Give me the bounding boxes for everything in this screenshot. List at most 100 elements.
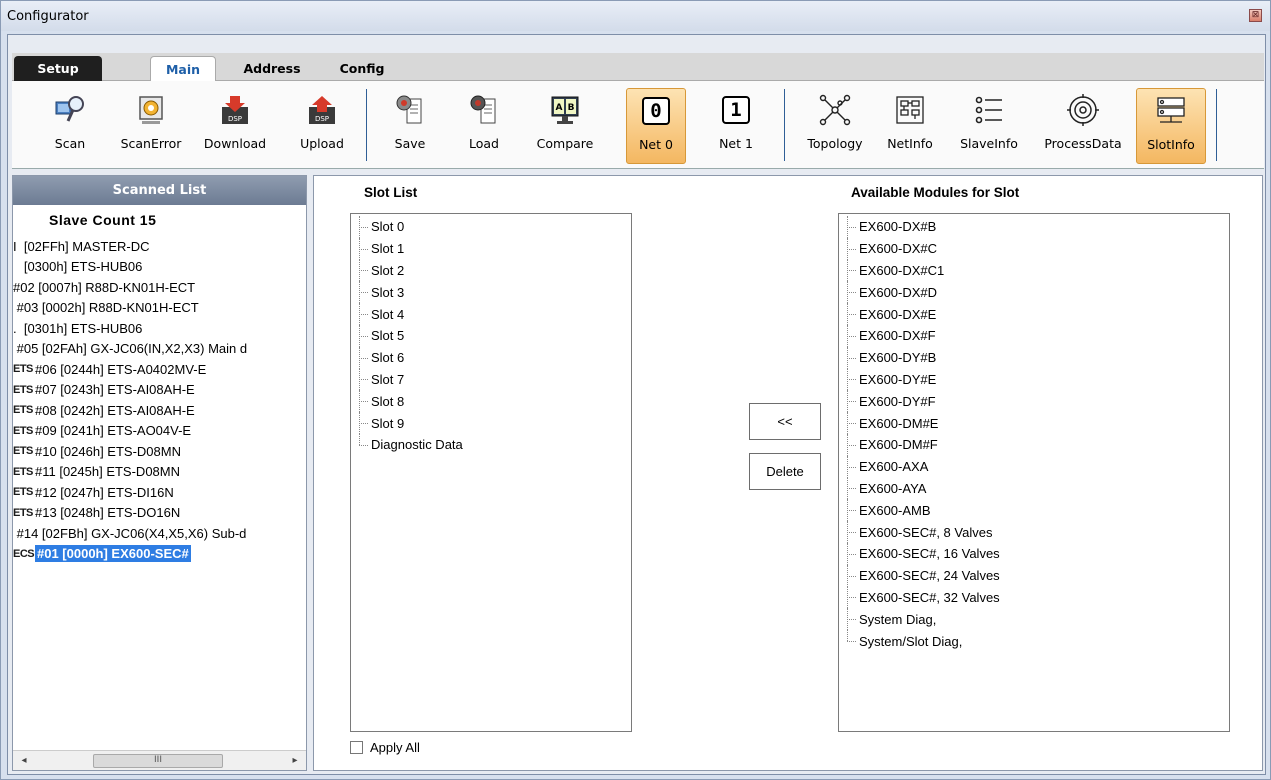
scrollbar-thumb[interactable]: III bbox=[93, 754, 223, 768]
slave-tree: I [02FFh] MASTER-DC [0300h] ETS-HUB06 #02… bbox=[13, 236, 308, 736]
module-item[interactable]: EX600-AMB bbox=[839, 499, 1229, 521]
netinfo-label: NetInfo bbox=[887, 136, 933, 151]
slot-item[interactable]: Slot 8 bbox=[351, 390, 631, 412]
upload-button[interactable]: DSP Upload bbox=[292, 88, 352, 164]
slaveinfo-button[interactable]: SlaveInfo bbox=[956, 88, 1022, 164]
upload-dsp-label: DSP bbox=[315, 115, 329, 123]
slot-item[interactable]: Slot 3 bbox=[351, 281, 631, 303]
slot-list-tree[interactable]: Slot 0 Slot 1 Slot 2 Slot 3 Slot 4 Slot 5 Slot… bbox=[350, 213, 632, 732]
module-item[interactable]: EX600-SEC#, 32 Valves bbox=[839, 586, 1229, 609]
module-item[interactable]: System/Slot Diag, bbox=[839, 630, 1229, 652]
tab-setup[interactable]: Setup bbox=[14, 56, 102, 81]
slave-item[interactable]: ETS #11 [0245h] ETS-D08MN bbox=[13, 462, 308, 483]
module-item[interactable]: EX600-DX#D bbox=[839, 281, 1229, 303]
save-button[interactable]: Save bbox=[386, 88, 434, 164]
module-item[interactable]: EX600-DX#E bbox=[839, 303, 1229, 325]
available-modules-tree[interactable]: EX600-DX#B EX600-DX#C EX600-DX#C1 EX600-DX#… bbox=[838, 213, 1230, 732]
slot-item[interactable]: Slot 1 bbox=[351, 237, 631, 260]
toolbar-separator bbox=[784, 89, 785, 161]
apply-all-checkbox[interactable] bbox=[350, 741, 363, 754]
slot-item[interactable]: Slot 4 bbox=[351, 303, 631, 325]
ets-icon: ETS bbox=[13, 445, 33, 458]
slave-item[interactable]: ETS #10 [0246h] ETS-D08MN bbox=[13, 441, 308, 462]
module-item[interactable]: EX600-SEC#, 8 Valves bbox=[839, 521, 1229, 543]
netinfo-button[interactable]: NetInfo bbox=[880, 88, 940, 164]
module-item[interactable]: EX600-DY#B bbox=[839, 346, 1229, 369]
ets-icon: ETS bbox=[13, 404, 33, 417]
module-item[interactable]: EX600-DX#F bbox=[839, 324, 1229, 347]
slot-item[interactable]: Slot 7 bbox=[351, 368, 631, 391]
net1-label: Net 1 bbox=[719, 136, 753, 151]
scanned-list-header: Scanned List bbox=[13, 176, 306, 205]
tab-main[interactable]: Main bbox=[150, 56, 216, 82]
download-icon: DSP bbox=[217, 92, 253, 128]
slave-item[interactable]: #02 [0007h] R88D-KN01H-ECT bbox=[13, 277, 308, 298]
module-item[interactable]: EX600-DX#C1 bbox=[839, 259, 1229, 282]
module-item[interactable]: EX600-SEC#, 24 Valves bbox=[839, 564, 1229, 587]
net0-button[interactable]: 0 Net 0 bbox=[626, 88, 686, 164]
slot-item[interactable]: Diagnostic Data bbox=[351, 433, 631, 456]
ets-icon: ETS bbox=[13, 506, 33, 519]
module-item[interactable]: EX600-DY#E bbox=[839, 368, 1229, 391]
load-button[interactable]: Load bbox=[460, 88, 508, 164]
slot-list-title: Slot List bbox=[364, 185, 418, 200]
module-item[interactable]: System Diag, bbox=[839, 608, 1229, 630]
tab-config[interactable]: Config bbox=[332, 56, 392, 81]
module-item[interactable]: EX600-DM#E bbox=[839, 412, 1229, 434]
load-icon bbox=[466, 92, 502, 128]
slave-item-label: #07 [0243h] ETS-AI08AH-E bbox=[35, 382, 195, 398]
module-item[interactable]: EX600-AXA bbox=[839, 455, 1229, 478]
slot-item[interactable]: Slot 2 bbox=[351, 259, 631, 282]
slave-item[interactable]: ETS #07 [0243h] ETS-AI08AH-E bbox=[13, 380, 308, 401]
slave-item[interactable]: ETS #06 [0244h] ETS-A0402MV-E bbox=[13, 359, 308, 380]
scroll-right-icon[interactable]: ▸ bbox=[288, 754, 302, 768]
slave-item[interactable]: ECS #01 [0000h] EX600-SEC# bbox=[13, 544, 308, 565]
compare-button[interactable]: AB Compare bbox=[532, 88, 598, 164]
net1-icon: 1 bbox=[718, 92, 754, 128]
slave-item[interactable]: ETS #12 [0247h] ETS-DI16N bbox=[13, 482, 308, 503]
scanned-list-panel: Scanned List Slave Count 15 I [02FFh] MA… bbox=[12, 175, 307, 771]
toolbar-separator bbox=[1216, 89, 1217, 161]
netinfo-icon bbox=[892, 92, 928, 128]
download-button[interactable]: DSP Download bbox=[200, 88, 270, 164]
processdata-button[interactable]: ProcessData bbox=[1040, 88, 1126, 164]
net0-icon: 0 bbox=[638, 93, 674, 129]
slave-item[interactable]: [0300h] ETS-HUB06 bbox=[13, 257, 308, 278]
tab-address[interactable]: Address bbox=[232, 56, 312, 81]
delete-button[interactable]: Delete bbox=[749, 453, 821, 490]
apply-all-label: Apply All bbox=[370, 740, 420, 755]
slot-item[interactable]: Slot 9 bbox=[351, 412, 631, 434]
close-icon[interactable]: ⊠ bbox=[1249, 9, 1262, 22]
upload-label: Upload bbox=[300, 136, 344, 151]
slave-item[interactable]: #03 [0002h] R88D-KN01H-ECT bbox=[13, 298, 308, 319]
module-item[interactable]: EX600-DX#C bbox=[839, 237, 1229, 260]
slave-item-label: #14 [02FBh] GX-JC06(X4,X5,X6) Sub-d bbox=[16, 525, 247, 541]
slave-item[interactable]: ETS #09 [0241h] ETS-AO04V-E bbox=[13, 421, 308, 442]
net1-button[interactable]: 1 Net 1 bbox=[710, 88, 762, 164]
move-to-slot-button[interactable]: << bbox=[749, 403, 821, 440]
window-title: Configurator bbox=[7, 8, 89, 24]
scan-button[interactable]: Scan bbox=[46, 88, 94, 164]
module-item[interactable]: EX600-DM#F bbox=[839, 433, 1229, 456]
slave-item[interactable]: ETS #08 [0242h] ETS-AI08AH-E bbox=[13, 400, 308, 421]
topology-button[interactable]: Topology bbox=[800, 88, 870, 164]
slave-item[interactable]: I [02FFh] MASTER-DC bbox=[13, 236, 308, 257]
scroll-left-icon[interactable]: ◂ bbox=[17, 754, 31, 768]
slot-item[interactable]: Slot 6 bbox=[351, 346, 631, 369]
module-item[interactable]: EX600-DY#F bbox=[839, 390, 1229, 412]
slot-item[interactable]: Slot 5 bbox=[351, 324, 631, 347]
processdata-icon bbox=[1065, 92, 1101, 128]
slave-item-label: #11 [0245h] ETS-D08MN bbox=[35, 464, 180, 480]
scan-error-button[interactable]: ScanError bbox=[116, 88, 186, 164]
slot-item[interactable]: Slot 0 bbox=[351, 216, 631, 238]
slave-item[interactable]: . [0301h] ETS-HUB06 bbox=[13, 318, 308, 339]
slotinfo-button[interactable]: SlotInfo bbox=[1136, 88, 1206, 164]
slave-item[interactable]: ETS #13 [0248h] ETS-DO16N bbox=[13, 503, 308, 524]
slave-item[interactable]: #05 [02FAh] GX-JC06(IN,X2,X3) Main d bbox=[13, 339, 308, 360]
module-item[interactable]: EX600-DX#B bbox=[839, 216, 1229, 238]
slave-item[interactable]: #14 [02FBh] GX-JC06(X4,X5,X6) Sub-d bbox=[13, 523, 308, 544]
module-item[interactable]: EX600-SEC#, 16 Valves bbox=[839, 542, 1229, 565]
toolbar-separator bbox=[366, 89, 367, 161]
horizontal-scrollbar[interactable]: ◂ III ▸ bbox=[13, 750, 306, 770]
module-item[interactable]: EX600-AYA bbox=[839, 477, 1229, 500]
